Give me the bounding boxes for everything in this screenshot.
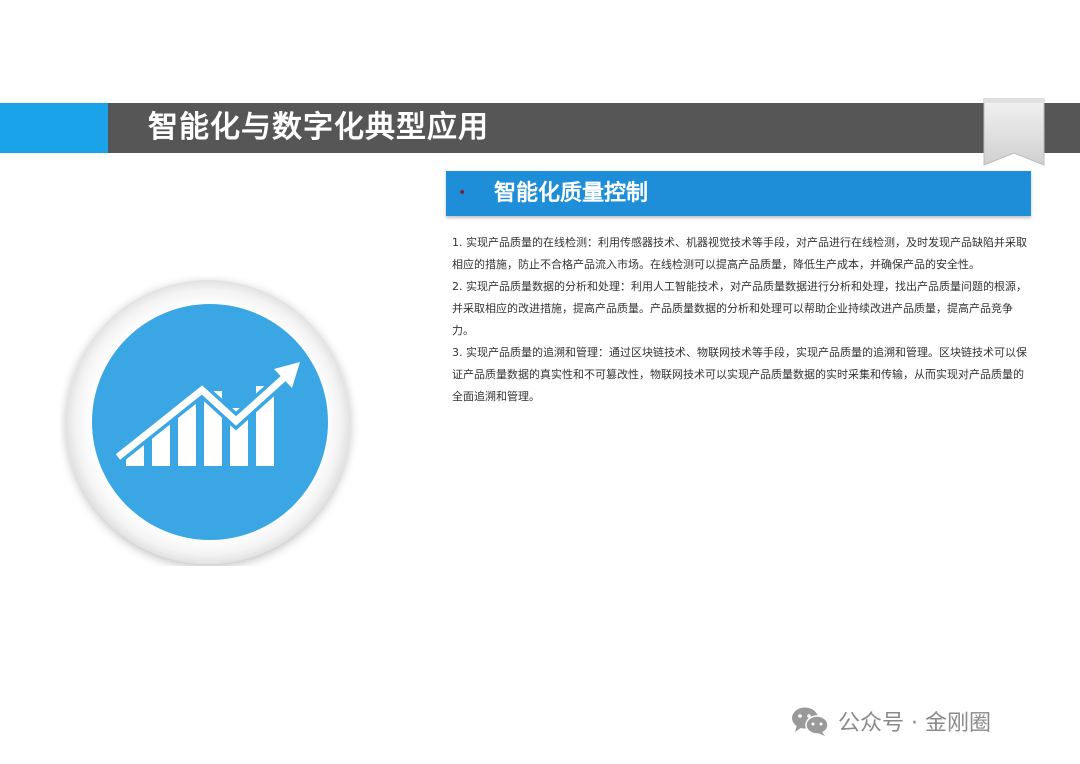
page-title: 智能化与数字化典型应用 <box>148 110 489 145</box>
title-accent <box>0 103 108 153</box>
wechat-icon <box>792 707 829 736</box>
watermark: 公众号 · 金刚圈 <box>790 703 991 739</box>
bookmark-ribbon-icon <box>983 98 1045 166</box>
section-bullet: • <box>458 185 467 201</box>
section-title: 智能化质量控制 <box>494 181 649 206</box>
title-bar: 智能化与数字化典型应用 <box>0 103 1080 153</box>
chart-growth-icon <box>66 280 350 564</box>
body-text: 1. 实现产品质量的在线检测：利用传感器技术、机器视觉技术等手段，对产品进行在线… <box>452 232 1030 408</box>
paragraph-data-analysis: 2. 实现产品质量数据的分析和处理：利用人工智能技术，对产品质量数据进行分析和处… <box>452 280 1027 337</box>
paragraph-traceability: 3. 实现产品质量的追溯和管理：通过区块链技术、物联网技术等手段，实现产品质量的… <box>452 346 1027 403</box>
paragraph-online-inspection: 1. 实现产品质量的在线检测：利用传感器技术、机器视觉技术等手段，对产品进行在线… <box>452 236 1027 271</box>
section-header: • 智能化质量控制 <box>446 171 1031 216</box>
watermark-text: 公众号 · 金刚圈 <box>838 711 991 736</box>
